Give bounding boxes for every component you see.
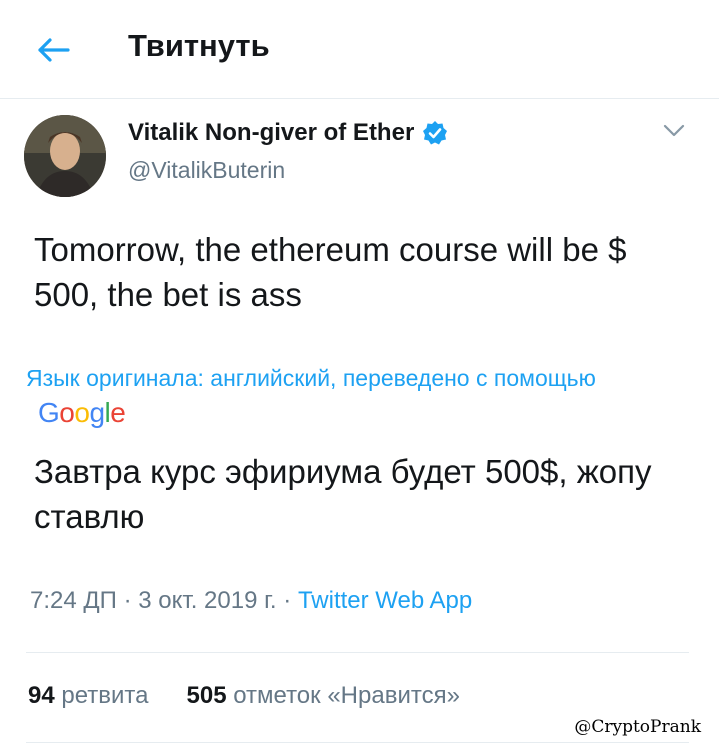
back-button[interactable] bbox=[34, 30, 74, 70]
likes-label: отметок «Нравится» bbox=[233, 682, 460, 709]
tweet-date[interactable]: 3 окт. 2019 г. bbox=[138, 587, 276, 614]
likes-count: 505 bbox=[186, 682, 227, 709]
retweets-count: 94 bbox=[28, 682, 55, 709]
avatar-image bbox=[24, 115, 106, 197]
top-bar: Твитнуть bbox=[0, 0, 719, 99]
author-row: Vitalik Non-giver of Ether bbox=[128, 119, 448, 147]
translation-note: Язык оригинала: английский, переведено с… bbox=[26, 365, 596, 391]
tweet-card: Vitalik Non-giver of Ether @VitalikButer… bbox=[0, 99, 689, 747]
meta-separator: · bbox=[123, 587, 132, 614]
watermark: @CryptoPrank bbox=[574, 717, 701, 737]
translated-text: Завтра курс эфириума будет 500$, жопу ст… bbox=[34, 453, 652, 535]
tweet-stats: 94 ретвита 505 отметок «Нравится» bbox=[28, 682, 460, 710]
translation-provider-logo: Google bbox=[38, 397, 126, 428]
author-handle[interactable]: @VitalikButerin bbox=[128, 157, 285, 184]
avatar[interactable] bbox=[24, 115, 106, 197]
tweet-time[interactable]: 7:24 ДП bbox=[30, 587, 117, 614]
tweet-meta: 7:24 ДП · 3 окт. 2019 г. · Twitter Web A… bbox=[30, 587, 472, 615]
arrow-left-icon bbox=[38, 38, 70, 62]
retweets-label: ретвита bbox=[61, 682, 149, 709]
meta-separator-2: · bbox=[283, 587, 292, 614]
likes-stat[interactable]: 505 отметок «Нравится» bbox=[187, 682, 460, 710]
verified-badge-icon bbox=[423, 121, 448, 145]
tweet-source[interactable]: Twitter Web App bbox=[298, 587, 472, 614]
divider bbox=[26, 652, 689, 653]
divider-bottom bbox=[26, 742, 689, 743]
chevron-down-icon[interactable] bbox=[662, 123, 686, 139]
retweets-stat[interactable]: 94 ретвита bbox=[28, 682, 149, 710]
author-name[interactable]: Vitalik Non-giver of Ether bbox=[128, 119, 414, 147]
tweet-text: Tomorrow, the ethereum course will be $ … bbox=[34, 231, 627, 313]
page-title: Твитнуть bbox=[128, 28, 270, 63]
